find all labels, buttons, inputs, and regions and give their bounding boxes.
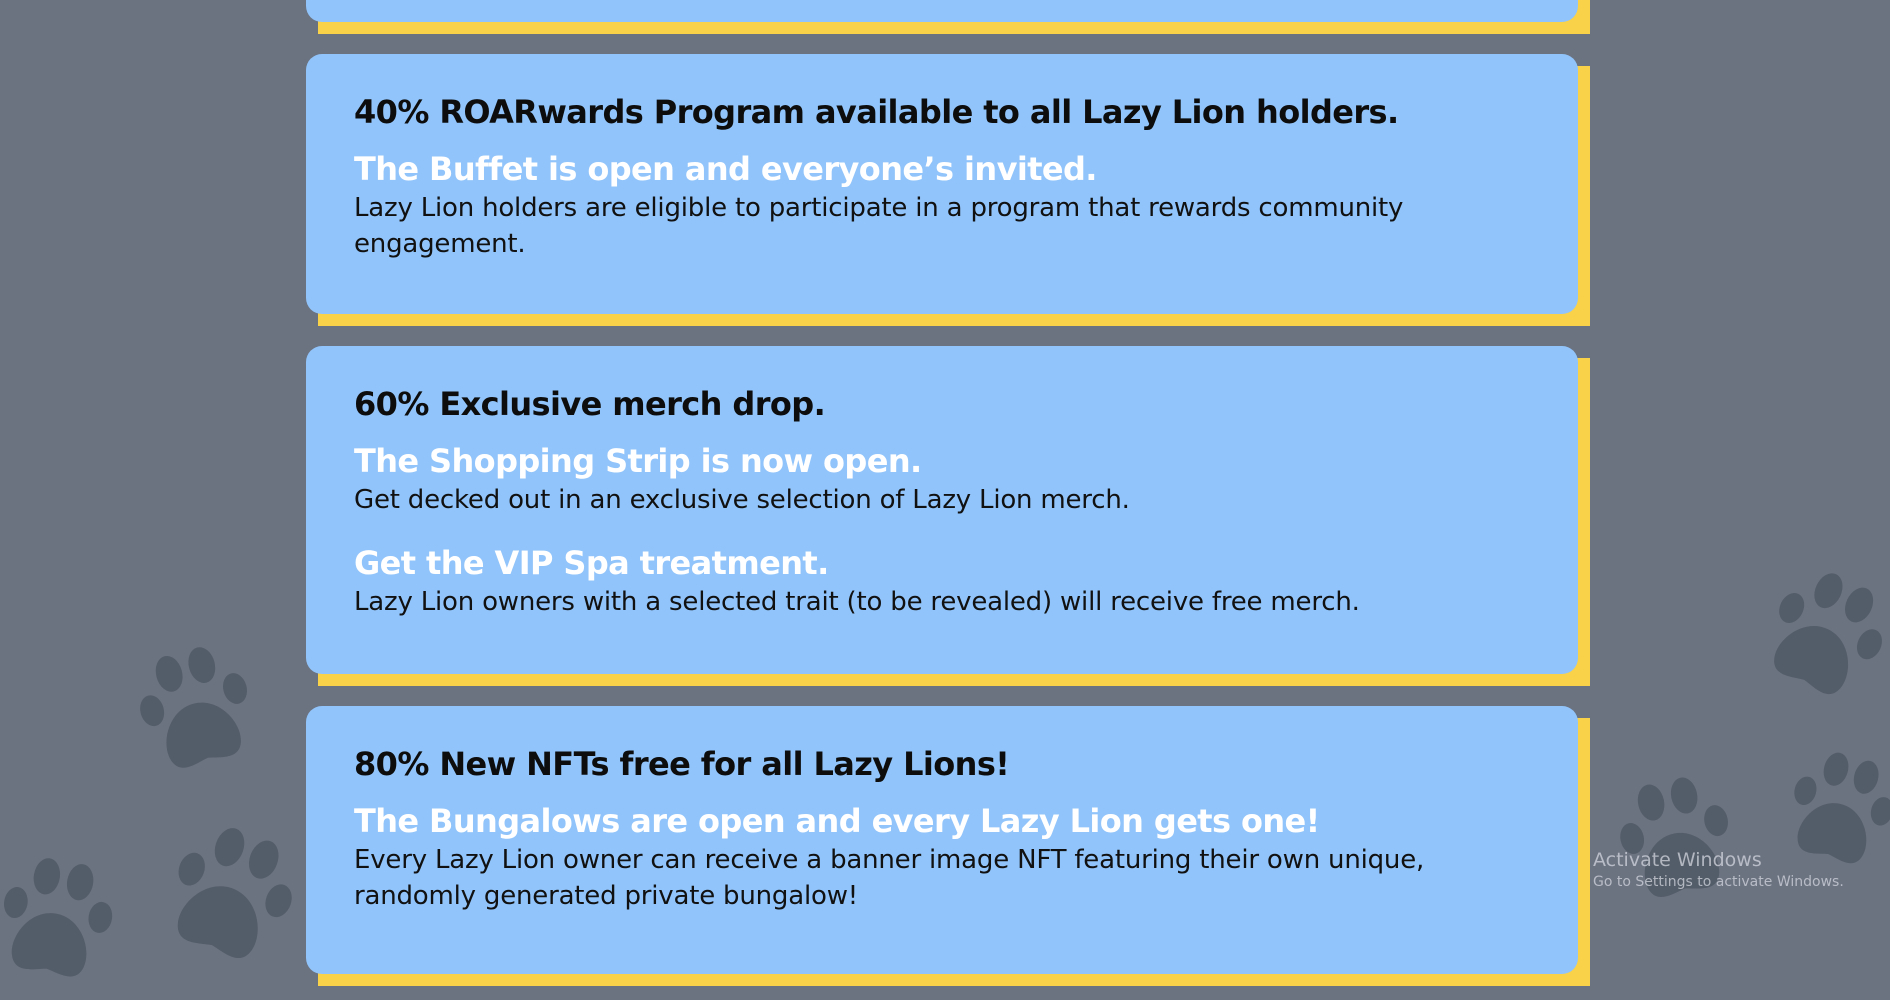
card-body: 40% ROARwards Program available to all L…	[306, 54, 1578, 314]
paw-print-icon	[177, 828, 292, 958]
perk-title: The Bungalows are open and every Lazy Li…	[354, 802, 1320, 840]
paw-print-icon	[4, 858, 113, 977]
perk-description: Lazy Lion holders are eligible to partic…	[354, 193, 1404, 259]
watermark-title: Activate Windows	[1593, 849, 1762, 871]
roadmap-card: 80% New NFTs free for all Lazy Lions! Th…	[306, 706, 1590, 986]
perk-description: Every Lazy Lion owner can receive a bann…	[354, 845, 1425, 911]
milestone-heading: 80% New NFTs free for all Lazy Lions!	[354, 745, 1010, 783]
paw-print-icon	[140, 647, 248, 768]
perk-description: Lazy Lion owners with a selected trait (…	[354, 587, 1360, 617]
milestone-heading: 60% Exclusive merch drop.	[354, 385, 826, 423]
milestone-heading: 40% ROARwards Program available to all L…	[354, 93, 1399, 131]
card-body: 60% Exclusive merch drop. The Shopping S…	[306, 346, 1578, 674]
perk-title: Get the VIP Spa treatment.	[354, 544, 829, 582]
watermark-subtitle: Go to Settings to activate Windows.	[1593, 874, 1844, 890]
roadmap-card: 60% Exclusive merch drop. The Shopping S…	[306, 346, 1590, 686]
perk-description: Get decked out in an exclusive selection…	[354, 485, 1130, 515]
roadmap-card-partial	[306, 0, 1590, 34]
roadmap-card: 40% ROARwards Program available to all L…	[306, 54, 1590, 326]
activate-windows-watermark: Activate Windows Go to Settings to activ…	[1593, 848, 1844, 892]
paw-print-icon	[1620, 777, 1728, 898]
card-body: 80% New NFTs free for all Lazy Lions! Th…	[306, 706, 1578, 974]
perk-title: The Shopping Strip is now open.	[354, 442, 922, 480]
paw-print-icon	[1774, 573, 1882, 694]
paw-print-icon	[70, 0, 140, 10]
perk-title: The Buffet is open and everyone’s invite…	[354, 150, 1097, 188]
